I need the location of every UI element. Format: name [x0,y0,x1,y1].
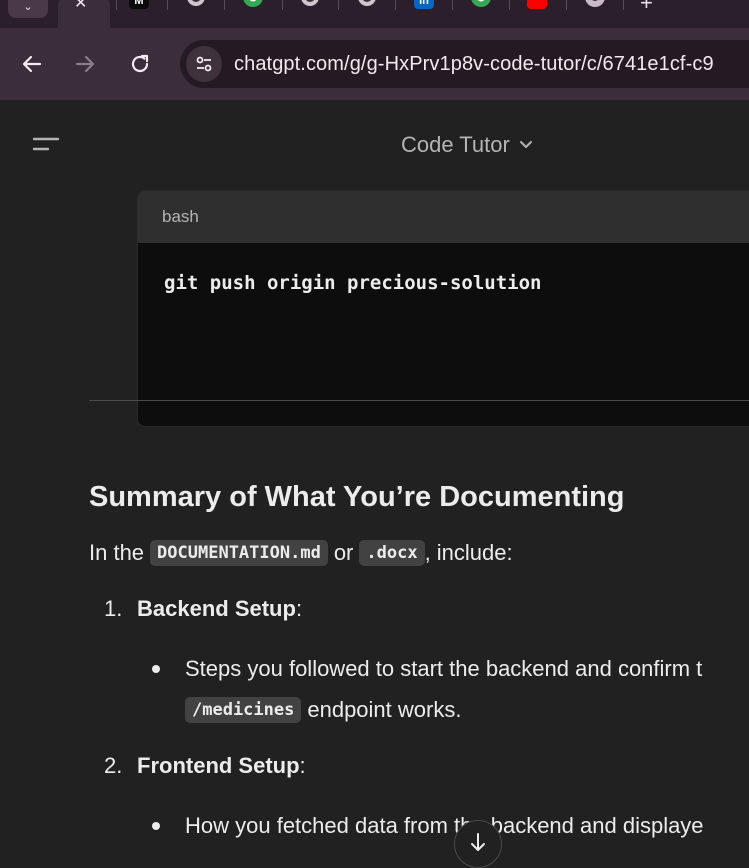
reload-button[interactable] [122,46,158,82]
medium-icon[interactable]: M [129,0,149,9]
list-item: Frontend Setup: [137,753,306,779]
model-name: Code Tutor [401,132,510,157]
tab-separator [116,0,117,10]
tab-search-button[interactable]: ⌄ [8,0,48,18]
section-heading: Summary of What You’re Documenting [89,481,625,513]
list-number: 2. [104,753,123,778]
scroll-to-bottom-button[interactable] [454,820,502,868]
youtube-icon[interactable] [527,0,547,9]
new-tab-icon[interactable]: + [640,0,653,16]
bullet-marker [152,822,160,830]
openai-icon[interactable] [300,0,320,9]
intro-paragraph: In the DOCUMENTATION.md or .docx , inclu… [89,540,513,566]
tab-separator [623,0,624,10]
tune-icon [196,56,212,72]
list-item: Backend Setup: [137,596,302,622]
list-item-suffix: : [299,753,306,778]
intro-text: , include: [424,540,513,565]
browser-toolbar: chatgpt.com/g/g-HxPrv1p8v-code-tutor/c/6… [0,28,749,100]
list-item-suffix: : [295,596,303,621]
url-text[interactable]: chatgpt.com/g/g-HxPrv1p8v-code-tutor/c/6… [234,53,714,76]
tab-separator [167,0,168,10]
arrow-left-icon [22,55,42,73]
chevron-down-icon: ⌄ [23,0,33,13]
tab-separator [566,0,567,10]
model-selector-button[interactable]: Code Tutor [401,132,534,158]
inline-code: .docx [359,540,425,566]
inline-code: DOCUMENTATION.md [150,540,328,566]
chrome-icon[interactable] [585,0,605,9]
chat-page: Code Tutor bash git push origin precious… [0,100,749,868]
openai-icon[interactable] [357,0,377,9]
tab-separator [282,0,283,10]
code-block: bash git push origin precious-solution [137,190,749,427]
inline-code: /medicines [185,697,302,723]
intro-text: In the [89,540,145,565]
code-language-label: bash [138,191,749,243]
tab-separator [395,0,396,10]
forward-button[interactable] [67,46,103,82]
intro-text: or [333,540,354,565]
arrow-right-icon [75,55,95,73]
code-content: git push origin precious-solution [164,272,542,294]
tab-separator [452,0,453,10]
sidebar-toggle-button[interactable] [30,132,62,158]
site-info-button[interactable] [186,46,222,82]
close-icon[interactable]: ✕ [74,0,87,13]
bullet-marker [152,665,160,673]
bullet-text: /medicines endpoint works. [185,697,461,723]
tab-separator [224,0,225,10]
divider [89,400,749,401]
tab-strip: ⌄ ✕ M in + [0,0,749,28]
tab-separator [338,0,339,10]
tab-separator [509,0,510,10]
chevron-down-icon [519,141,532,148]
list-item-title: Backend Setup [137,596,296,621]
back-button[interactable] [14,46,50,82]
chrome-icon[interactable] [471,0,491,9]
reload-icon [131,54,149,73]
arrow-down-icon [471,833,485,851]
bullet-text: Steps you followed to start the backend … [185,656,703,681]
list-number: 1. [104,596,123,621]
chrome-icon[interactable] [243,0,263,9]
list-item-title: Frontend Setup [137,753,300,778]
openai-icon[interactable] [186,0,206,9]
bullet-text-continued: endpoint works. [307,697,462,722]
bullet-text: How you fetched data from the backend an… [185,813,704,838]
sidebar-icon [32,137,60,151]
linkedin-icon[interactable]: in [414,0,434,9]
address-bar[interactable]: chatgpt.com/g/g-HxPrv1p8v-code-tutor/c/6… [180,40,749,88]
